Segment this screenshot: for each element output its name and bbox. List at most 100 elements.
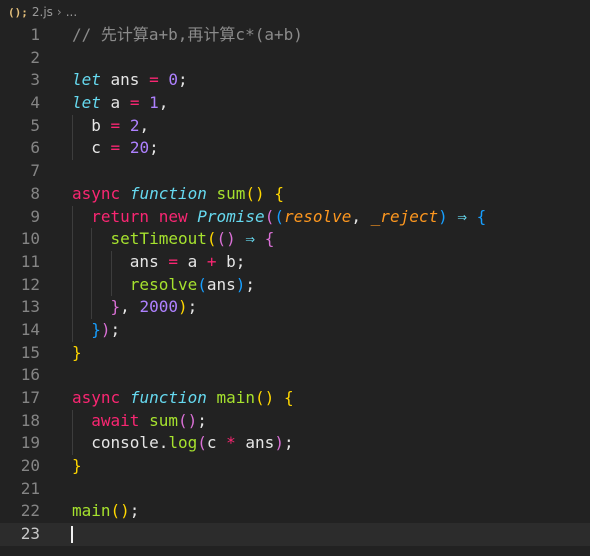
code-token: main: [216, 388, 256, 407]
code-token: 1: [149, 93, 159, 113]
line-number: 6: [30, 138, 40, 158]
code-line[interactable]: 20}: [0, 455, 590, 478]
code-token: setTimeout: [110, 229, 207, 249]
code-token: ): [177, 297, 188, 317]
breadcrumb-file-name[interactable]: 2.js: [32, 5, 53, 19]
code-token: ): [235, 274, 246, 294]
line-number: 18: [20, 410, 40, 430]
code-line[interactable]: 18 await sum();: [0, 409, 590, 433]
code-text: main();: [72, 500, 139, 523]
code-line[interactable]: 3 let ans = 0;: [0, 69, 590, 92]
code-token: ans: [100, 70, 150, 90]
code-token: return: [91, 206, 150, 226]
code-token: }: [110, 297, 121, 317]
code-line[interactable]: 7: [0, 160, 590, 183]
line-number: 1: [30, 25, 40, 44]
code-token: resolve: [129, 274, 198, 294]
code-token: a: [177, 251, 207, 271]
code-token: b;: [216, 251, 246, 271]
code-line[interactable]: 17 async function main() {: [0, 387, 590, 410]
code-line[interactable]: 4 let a = 1,: [0, 92, 590, 115]
code-token: ans: [206, 274, 236, 294]
line-number: 5: [30, 115, 40, 135]
code-text: setTimeout(() ⇒ {: [72, 228, 275, 251]
line-number: 11: [20, 251, 40, 271]
code-text: // 先计算a+b,再计算c*(a+b): [72, 24, 303, 47]
code-text: b = 2,: [72, 115, 149, 138]
code-text: ans = a + b;: [72, 251, 246, 274]
code-token: new: [158, 206, 188, 226]
code-token: =: [168, 251, 178, 271]
line-number: 23: [20, 524, 40, 544]
code-line[interactable]: 9 return new Promise((resolve, _reject) …: [0, 205, 590, 229]
code-token: b: [72, 115, 111, 135]
code-token: ;: [149, 138, 159, 158]
code-token: (): [216, 229, 236, 249]
code-text: });: [72, 319, 120, 342]
code-line[interactable]: 15}: [0, 342, 590, 365]
code-token: function: [129, 183, 207, 203]
code-editor[interactable]: (); 2.js › ... 1// 先计算a+b,再计算c*(a+b) 2 3 le…: [0, 0, 590, 556]
line-number: 10: [20, 229, 40, 249]
line-number: 9: [30, 206, 40, 226]
code-area[interactable]: 1 // 先计算a+b,再计算c*(a+b) 2 3 let ans = 0; 4 let …: [0, 24, 590, 546]
code-token: ans: [235, 433, 275, 453]
code-line[interactable]: 8 async function sum() {: [0, 183, 590, 206]
code-token: log: [168, 433, 198, 453]
code-token: (): [245, 183, 265, 203]
code-token: c: [206, 433, 227, 453]
code-line[interactable]: 14 });: [0, 318, 590, 342]
code-line[interactable]: 12 resolve(ans);: [0, 273, 590, 297]
code-token: ;: [197, 410, 207, 430]
line-number: 17: [20, 388, 40, 407]
line-number: 22: [20, 501, 40, 521]
js-file-icon: ();: [8, 5, 28, 19]
code-line[interactable]: 22 main();: [0, 500, 590, 523]
code-line[interactable]: 5 b = 2,: [0, 114, 590, 138]
code-line[interactable]: 1 // 先计算a+b,再计算c*(a+b): [0, 24, 590, 47]
line-number: 12: [20, 274, 40, 294]
code-text: c = 20;: [72, 137, 159, 160]
code-token: main: [72, 501, 111, 521]
code-token: 2000: [139, 297, 178, 317]
line-number: 13: [20, 297, 40, 317]
code-token: // 先计算a+b,再计算c*(a+b): [72, 25, 303, 44]
code-text: }: [72, 455, 82, 478]
code-token: =: [110, 115, 121, 135]
code-line[interactable]: 16: [0, 364, 590, 387]
code-token: ,: [351, 206, 371, 226]
code-token: ;: [245, 274, 256, 294]
code-token: c: [72, 138, 111, 158]
code-token: (: [206, 229, 217, 249]
code-token: {: [283, 388, 294, 407]
code-line[interactable]: 10 setTimeout(() ⇒ {: [0, 228, 590, 251]
code-line[interactable]: 6 c = 20;: [0, 137, 590, 161]
code-token: let: [72, 70, 101, 90]
code-line[interactable]: 13 }, 2000);: [0, 296, 590, 319]
code-token: (): [177, 410, 198, 430]
code-token: }: [72, 342, 82, 362]
code-line[interactable]: 11 ans = a + b;: [0, 250, 590, 274]
code-token: ): [100, 319, 111, 339]
line-number: 14: [20, 319, 40, 339]
code-token: sum: [149, 410, 178, 430]
code-line[interactable]: 23: [0, 523, 590, 546]
code-line[interactable]: 21: [0, 478, 590, 501]
code-line[interactable]: 19 console.log(c * ans);: [0, 432, 590, 456]
breadcrumb-symbols[interactable]: ...: [66, 5, 77, 19]
code-text: resolve(ans);: [72, 274, 255, 297]
code-token: {: [264, 229, 275, 249]
code-line[interactable]: 2: [0, 47, 590, 70]
code-token: ): [274, 433, 284, 453]
